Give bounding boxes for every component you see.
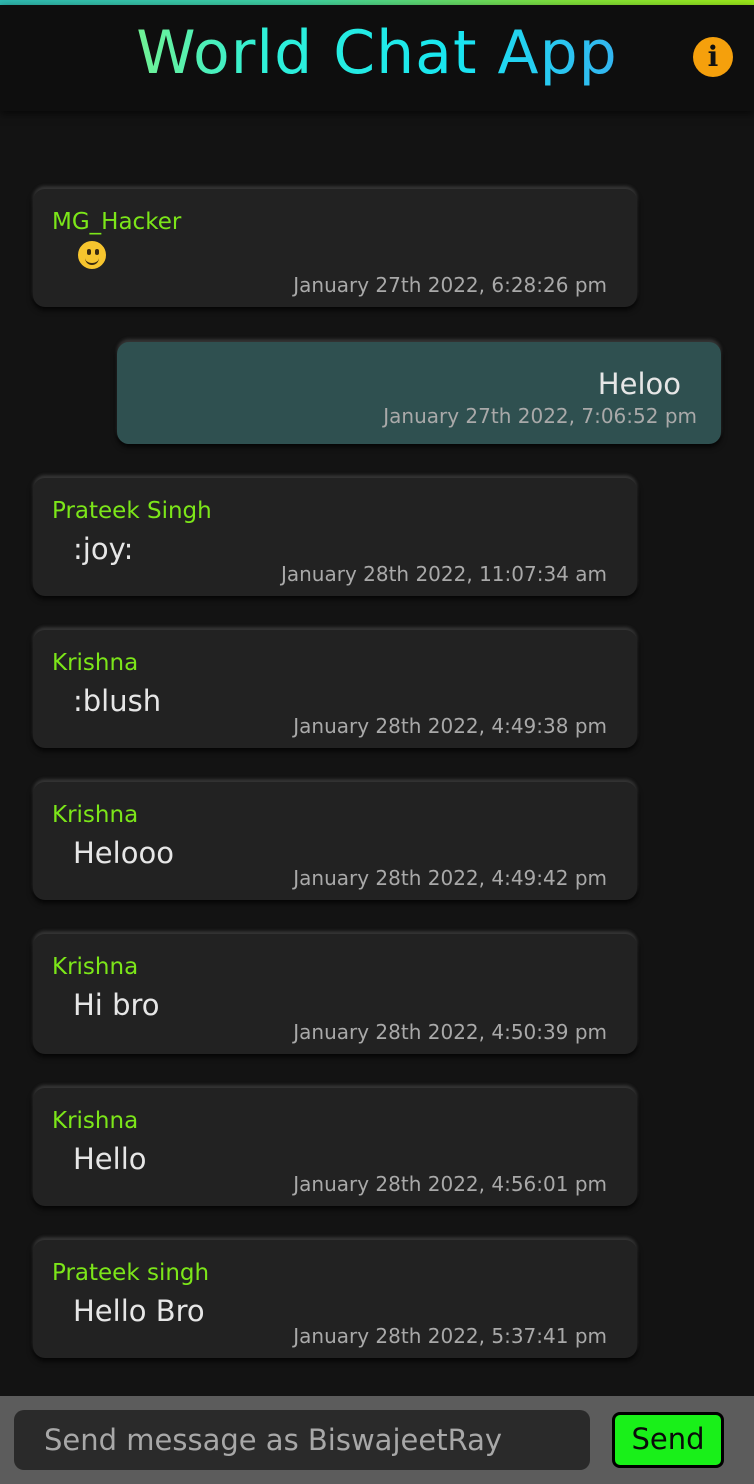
message-bubble: MG_Hacker January 27th 2022, 6:28:26 pm — [33, 189, 637, 307]
message-list[interactable]: MG_Hacker January 27th 2022, 6:28:26 pm … — [0, 111, 754, 1396]
message-bubble: Krishna Helooo January 28th 2022, 4:49:4… — [33, 782, 637, 900]
app-header: World Chat App i — [0, 5, 754, 111]
send-button[interactable]: Send — [612, 1412, 724, 1468]
message-text: Helooo — [73, 836, 174, 870]
chat-app: World Chat App i MG_Hacker January 27th … — [0, 0, 754, 1484]
message-timestamp: January 28th 2022, 4:50:39 pm — [293, 1020, 607, 1044]
message-timestamp: January 28th 2022, 4:49:38 pm — [293, 714, 607, 738]
message-sender: Krishna — [52, 650, 139, 676]
own-message-bubble: Heloo January 27th 2022, 7:06:52 pm — [117, 342, 721, 444]
message-timestamp: January 27th 2022, 6:28:26 pm — [293, 273, 607, 297]
message-timestamp: January 28th 2022, 5:37:41 pm — [293, 1324, 607, 1348]
message-timestamp: January 28th 2022, 11:07:34 am — [280, 562, 607, 586]
message-bubble: Prateek singh Hello Bro January 28th 202… — [33, 1240, 637, 1358]
slightly-smiling-face-icon — [76, 239, 108, 271]
message-text: Hi bro — [73, 988, 160, 1022]
message-sender: Prateek singh — [52, 1260, 210, 1286]
message-bubble: Krishna Hi bro January 28th 2022, 4:50:3… — [33, 934, 637, 1054]
message-sender: Krishna — [52, 954, 139, 980]
message-text: :joy: — [73, 532, 134, 566]
message-bubble: Prateek Singh :joy: January 28th 2022, 1… — [33, 478, 637, 596]
app-title: World Chat App — [0, 17, 754, 89]
message-sender: Krishna — [52, 802, 139, 828]
message-text: Heloo — [597, 367, 681, 401]
message-sender: Krishna — [52, 1108, 139, 1134]
message-text: Hello — [73, 1142, 147, 1176]
info-icon[interactable]: i — [693, 37, 733, 77]
message-text: Hello Bro — [73, 1294, 205, 1328]
message-timestamp: January 28th 2022, 4:56:01 pm — [293, 1172, 607, 1196]
message-sender: MG_Hacker — [52, 209, 182, 235]
message-input[interactable] — [14, 1410, 590, 1470]
message-bubble: Krishna Hello January 28th 2022, 4:56:01… — [33, 1088, 637, 1206]
message-timestamp: January 28th 2022, 4:49:42 pm — [293, 866, 607, 890]
message-text: :blush — [73, 684, 162, 718]
message-sender: Prateek Singh — [52, 498, 212, 524]
message-composer: Send — [0, 1396, 754, 1484]
message-bubble: Krishna :blush January 28th 2022, 4:49:3… — [33, 630, 637, 748]
message-timestamp: January 27th 2022, 7:06:52 pm — [383, 404, 697, 428]
